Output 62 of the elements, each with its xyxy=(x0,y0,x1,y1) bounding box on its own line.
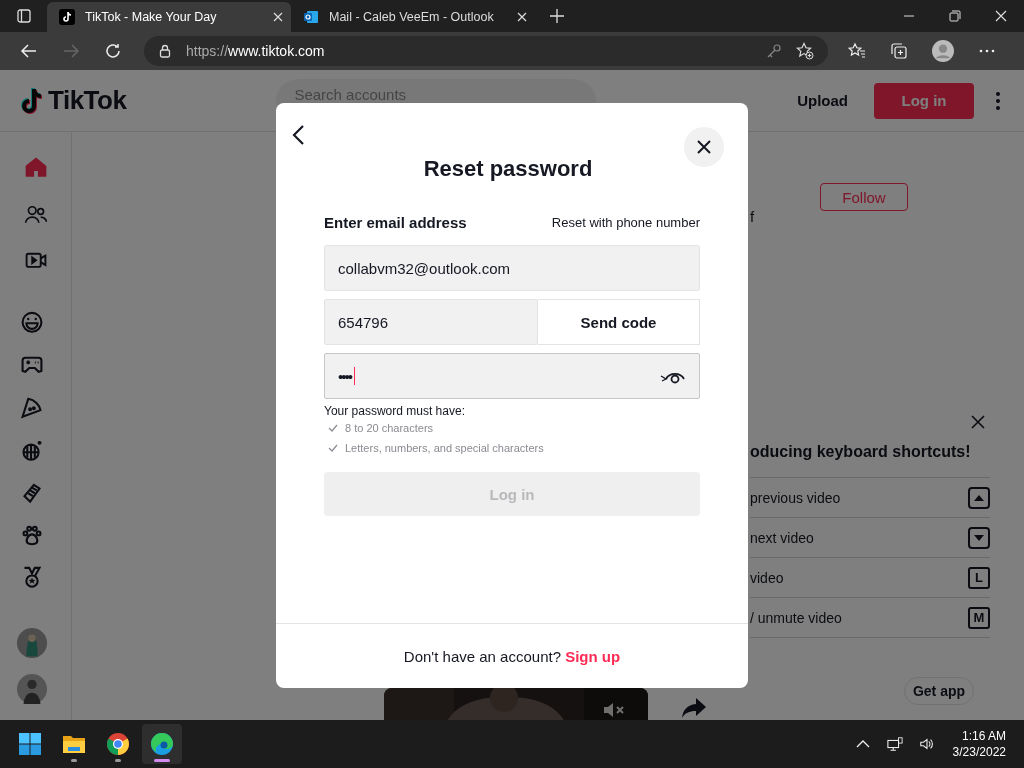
close-icon xyxy=(697,140,711,154)
key-icon[interactable] xyxy=(766,43,782,59)
close-button[interactable] xyxy=(684,127,724,167)
shortcut-label: next video xyxy=(750,529,814,546)
up-key-icon xyxy=(968,486,990,509)
speaker-icon[interactable] xyxy=(918,736,935,752)
home-icon[interactable] xyxy=(23,156,48,179)
upload-link[interactable]: Upload xyxy=(797,92,848,109)
caption-text: f xyxy=(750,209,755,225)
signup-prompt: Don't have an account? Sign up xyxy=(403,647,621,665)
smiley-icon[interactable] xyxy=(19,310,44,334)
method-label: Enter email address xyxy=(324,213,467,231)
back-icon[interactable] xyxy=(292,124,306,146)
down-key-icon xyxy=(968,526,990,549)
add-favorite-icon[interactable] xyxy=(796,42,814,60)
muted-speaker-icon[interactable] xyxy=(602,700,626,720)
clock-date[interactable]: 3/23/2022 xyxy=(952,744,1006,760)
favorites-icon[interactable] xyxy=(848,42,866,60)
paw-icon[interactable] xyxy=(19,523,44,547)
rule-text: 8 to 20 characters xyxy=(345,422,434,434)
windows-logo-icon xyxy=(18,732,42,756)
network-icon[interactable] xyxy=(886,736,903,752)
dialog-title: Reset password xyxy=(422,155,594,183)
logo[interactable]: TikTok xyxy=(20,85,127,116)
shortcuts-title: oducing keyboard shortcuts! xyxy=(750,443,972,461)
collections-icon[interactable] xyxy=(890,42,908,60)
shortcut-label: previous video xyxy=(750,489,841,506)
close-icon[interactable] xyxy=(971,415,985,429)
new-tab-icon[interactable] xyxy=(549,8,565,24)
browser-button[interactable] xyxy=(142,724,182,764)
share-icon[interactable] xyxy=(680,696,708,720)
refresh-icon[interactable] xyxy=(104,42,122,60)
lock-icon xyxy=(158,44,172,58)
get-app-button[interactable]: Get app xyxy=(904,677,974,705)
browser-tab[interactable]: Mail - Caleb VeeEm - Outlook xyxy=(291,2,535,32)
mail-app-icon xyxy=(303,9,319,25)
key-cap: M xyxy=(968,606,990,629)
edge-icon xyxy=(150,732,174,756)
phone-reset-link[interactable]: Reset with phone number xyxy=(551,214,700,230)
more-icon[interactable] xyxy=(996,90,1000,111)
avatar-icon[interactable] xyxy=(15,627,48,658)
browser-tab[interactable]: TikTok - Make Your Day xyxy=(47,2,291,32)
key-cap: L xyxy=(968,566,990,589)
chrome-icon xyxy=(106,732,130,756)
signup-link[interactable]: Sign up xyxy=(565,647,621,665)
shortcut-label: / unmute video xyxy=(750,609,842,626)
avatar-icon[interactable] xyxy=(15,673,48,705)
profile-icon[interactable] xyxy=(932,40,954,62)
clock-time[interactable]: 1:16 AM xyxy=(961,728,1006,744)
rules-heading: Your password must have: xyxy=(324,404,466,418)
back-icon[interactable] xyxy=(20,42,38,60)
restore-icon[interactable] xyxy=(949,10,961,22)
email-field[interactable]: collabvm32@outlook.com xyxy=(324,245,700,291)
code-field[interactable]: 654796 xyxy=(324,299,538,345)
shortcut-label: video xyxy=(750,569,784,586)
tab-actions-icon[interactable] xyxy=(16,8,32,24)
pizza-slice-icon[interactable] xyxy=(19,396,44,419)
note-icon xyxy=(59,9,75,25)
send-code-button[interactable]: Send code xyxy=(538,299,700,345)
address-bar[interactable]: https://www.tiktok.com xyxy=(144,36,828,66)
password-field[interactable]: •••• xyxy=(324,353,700,399)
rule-text: Letters, numbers, and special characters xyxy=(345,442,544,454)
